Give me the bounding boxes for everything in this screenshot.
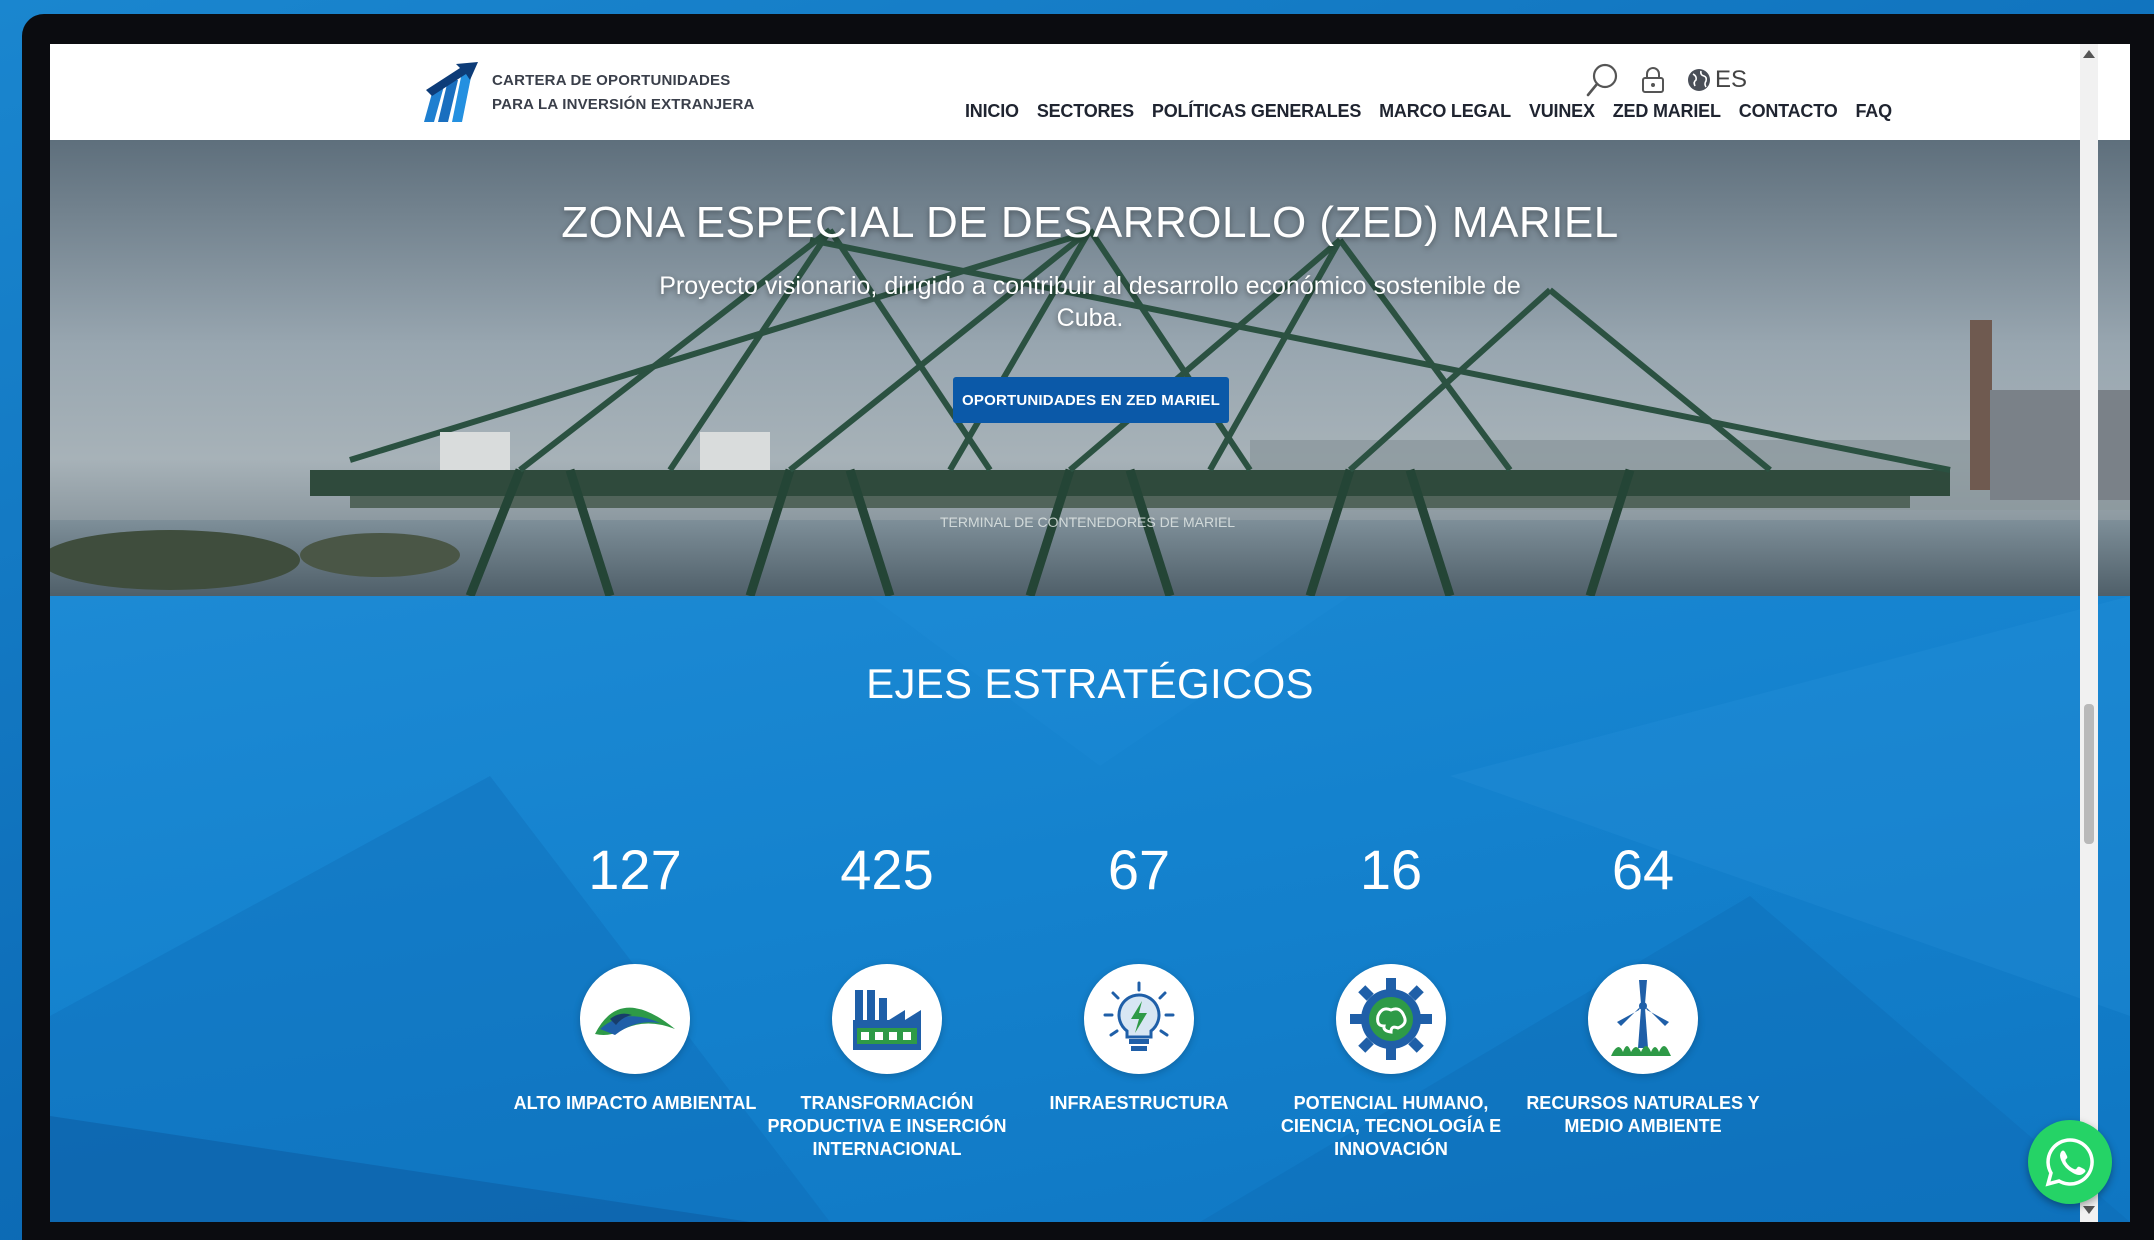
axis-card-potencial-humano[interactable]: 16 POTENCIAL HUMANO, CIENCIA, TECNOLOGÍA… [1266, 838, 1516, 1161]
whatsapp-icon [2045, 1138, 2094, 1187]
axis-label: ALTO IMPACTO AMBIENTAL [513, 1093, 757, 1113]
search-icon [1586, 63, 1618, 97]
header-utilities: ES [1585, 62, 1769, 98]
axis-count: 127 [588, 838, 682, 901]
globe-icon [1688, 69, 1710, 91]
axis-count: 16 [1359, 838, 1423, 901]
gear-brain-icon [1336, 964, 1446, 1074]
hero-banner: TERMINAL DE CONTENEDORES DE MARIEL ZONA … [50, 140, 2130, 596]
axis-label: RECURSOS NATURALES Y MEDIO AMBIENTE [1526, 1093, 1760, 1136]
logo-line-1: CARTERA DE OPORTUNIDADES [492, 72, 731, 89]
axis-label: TRANSFORMACIÓN PRODUCTIVA E INSERCIÓN IN… [767, 1093, 1007, 1159]
logo-text: CARTERA DE OPORTUNIDADES PARA LA INVERSI… [492, 69, 755, 117]
axis-count: 67 [1107, 838, 1171, 901]
site-header: CARTERA DE OPORTUNIDADES PARA LA INVERSI… [50, 44, 2130, 140]
logo-line-2: PARA LA INVERSIÓN EXTRANJERA [492, 96, 755, 113]
axis-count: 64 [1611, 838, 1675, 901]
language-selector[interactable]: ES [1687, 66, 1747, 94]
browser-viewport: CARTERA DE OPORTUNIDADES PARA LA INVERSI… [50, 44, 2130, 1222]
language-label: ES [1715, 66, 1748, 93]
axis-card-infraestructura[interactable]: 67 INFRAESTRUCTURA [1014, 838, 1264, 1115]
scroll-up-arrow[interactable] [2083, 50, 2095, 58]
nav-item-vuinex[interactable]: VUINEX [1529, 101, 1595, 122]
hero-title: ZONA ESPECIAL DE DESARROLLO (ZED) MARIEL [561, 198, 1619, 247]
nav-item-inicio[interactable]: INICIO [965, 101, 1019, 122]
main-nav: INICIO SECTORES POLÍTICAS GENERALES MARC… [965, 101, 1910, 122]
logo-chart-icon [424, 62, 478, 122]
login-button[interactable] [1641, 66, 1665, 94]
axis-count: 425 [840, 838, 934, 901]
page-scrollbar[interactable] [2080, 44, 2098, 1222]
nav-item-faq[interactable]: FAQ [1856, 101, 1893, 122]
lock-icon [1642, 67, 1664, 93]
nav-item-contacto[interactable]: CONTACTO [1739, 101, 1838, 122]
section-title: EJES ESTRATÉGICOS [866, 660, 1314, 707]
axis-card-alto-impacto[interactable]: 127 ALTO IMPACTO AMBIENTAL [510, 838, 760, 1115]
nav-item-marco-legal[interactable]: MARCO LEGAL [1379, 101, 1511, 122]
axis-label: POTENCIAL HUMANO, CIENCIA, TECNOLOGÍA E … [1280, 1093, 1502, 1159]
search-button[interactable] [1585, 62, 1619, 98]
hero-subtitle: Proyecto visionario, dirigido a contribu… [659, 272, 1521, 332]
nav-item-sectores[interactable]: SECTORES [1037, 101, 1134, 122]
svg-text:TERMINAL DE CONTENEDORES DE MA: TERMINAL DE CONTENEDORES DE MARIEL [940, 514, 1235, 530]
axis-card-transformacion-productiva[interactable]: 425 TRANSFORMACIÓN PRODUCTIVA E INSERCIÓ… [762, 838, 1012, 1161]
wind-turbine-icon [1588, 964, 1698, 1074]
factory-icon [832, 964, 942, 1074]
nav-item-zed-mariel[interactable]: ZED MARIEL [1613, 101, 1721, 122]
lightbulb-icon [1084, 964, 1194, 1074]
wave-leaf-icon [580, 964, 690, 1074]
nav-item-politicas-generales[interactable]: POLÍTICAS GENERALES [1152, 101, 1361, 122]
site-logo[interactable]: CARTERA DE OPORTUNIDADES PARA LA INVERSI… [420, 62, 755, 124]
scrollbar-thumb[interactable] [2084, 704, 2094, 844]
strategic-axes-section: EJES ESTRATÉGICOS 127 ALTO IMPACTO AMBIE… [50, 596, 2130, 1222]
axis-label: INFRAESTRUCTURA [1049, 1093, 1229, 1113]
whatsapp-chat-button[interactable] [2028, 1120, 2112, 1204]
axis-card-recursos-naturales[interactable]: 64 RECURSOS NATURALES Y MEDIO AMBIENTE [1518, 838, 1768, 1138]
scroll-down-arrow[interactable] [2083, 1206, 2095, 1214]
oportunidades-zed-mariel-button[interactable]: OPORTUNIDADES EN ZED MARIEL [953, 377, 1229, 423]
